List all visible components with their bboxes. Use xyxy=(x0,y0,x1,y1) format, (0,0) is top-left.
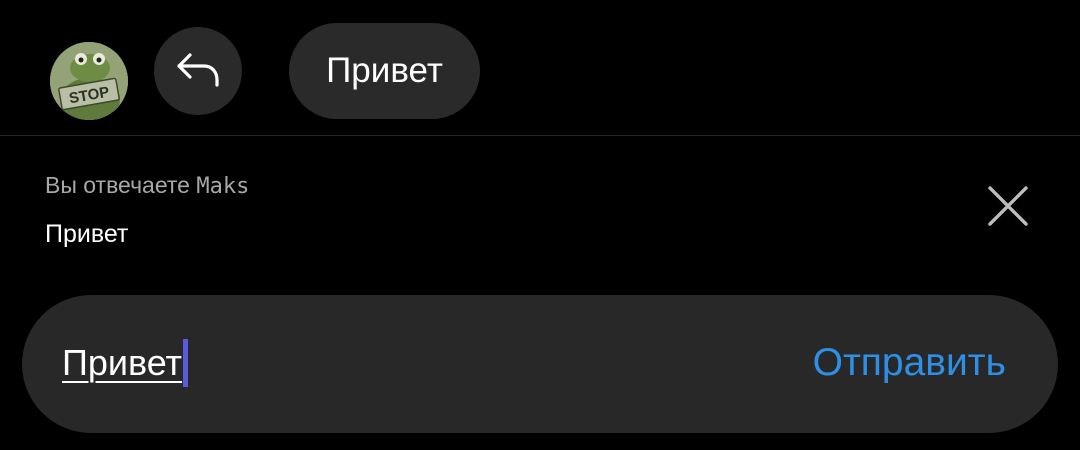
reply-arrow-icon xyxy=(174,49,222,94)
close-icon xyxy=(986,184,1030,233)
cancel-reply-button[interactable] xyxy=(980,180,1036,236)
reply-caption-label: Вы отвечаете xyxy=(45,172,190,198)
message-input-text[interactable]: Привет xyxy=(62,342,182,384)
quick-reply-chip[interactable]: Привет xyxy=(289,23,480,119)
reply-recipient-name: Maks xyxy=(196,174,250,199)
top-bar: STOP Привет xyxy=(0,0,1080,135)
quoted-message-text: Привет xyxy=(45,220,129,248)
avatar[interactable]: STOP xyxy=(50,42,128,120)
text-caret xyxy=(183,339,189,387)
message-composer: Привет Отправить xyxy=(22,295,1058,433)
reply-button[interactable] xyxy=(154,27,242,115)
reply-preview: Вы отвечаете Maks Привет xyxy=(0,136,1080,286)
message-input[interactable]: Привет xyxy=(62,339,189,387)
frog-stop-avatar-image: STOP xyxy=(50,42,128,120)
reply-caption: Вы отвечаете Maks xyxy=(45,172,249,199)
send-button[interactable]: Отправить xyxy=(813,341,1006,385)
